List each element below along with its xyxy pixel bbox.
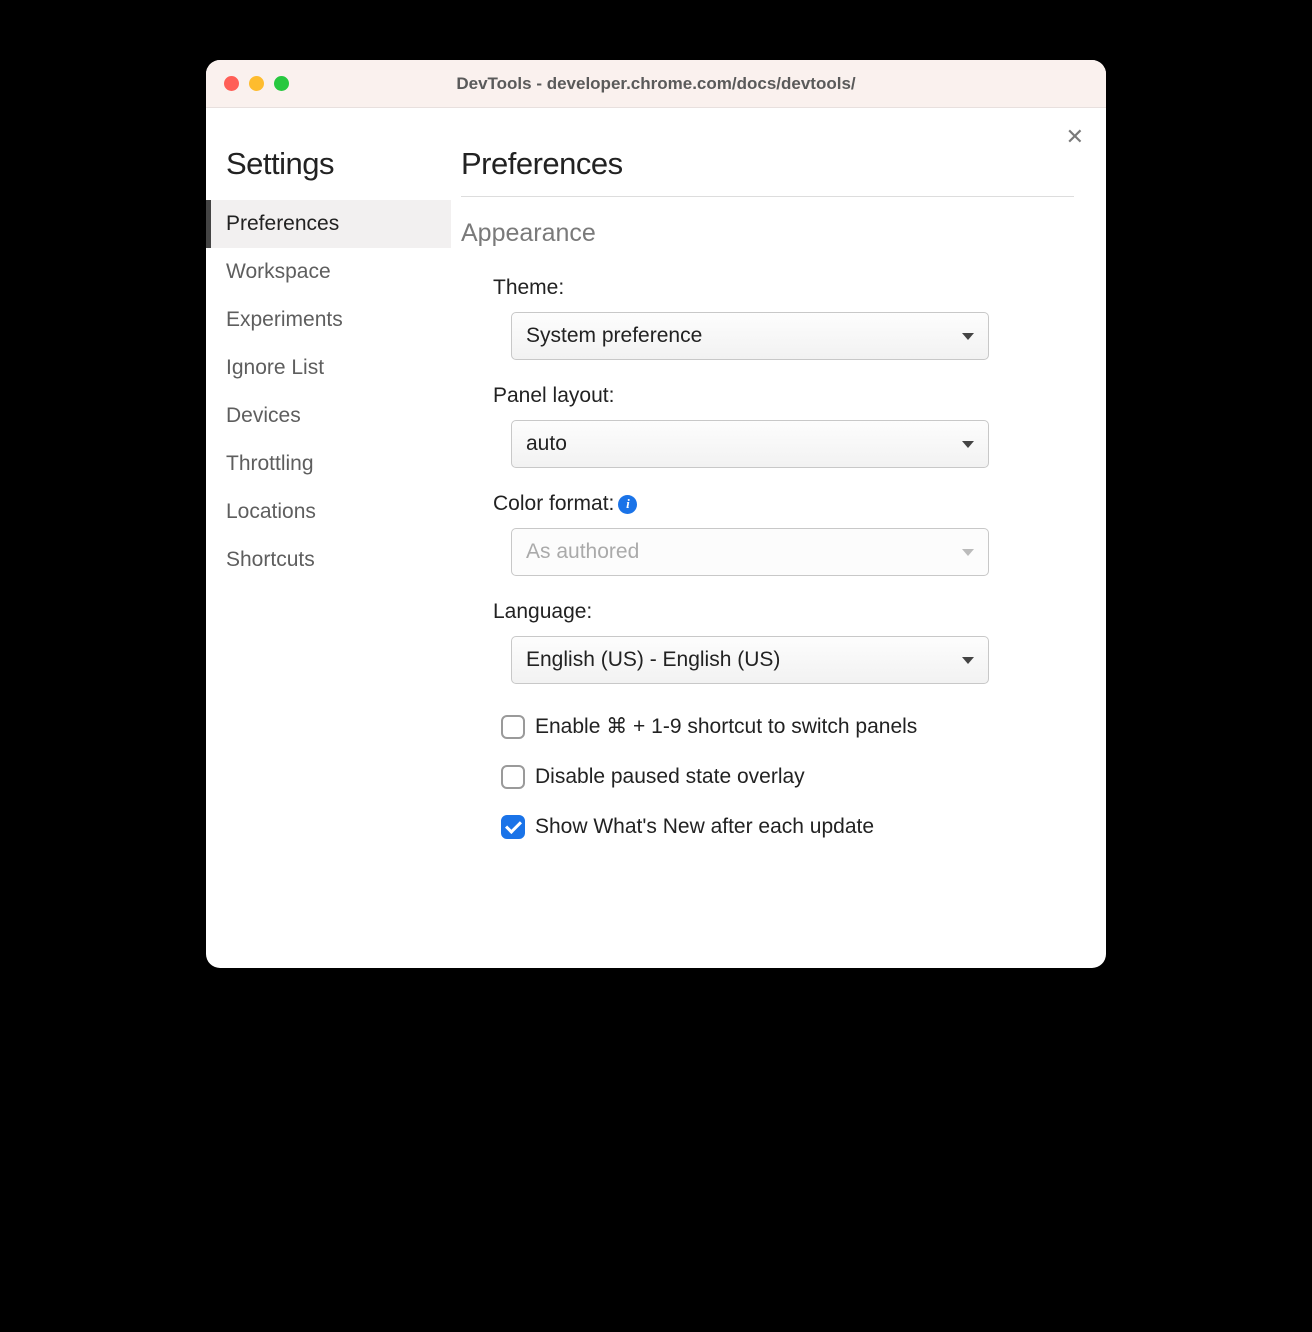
checkbox-label: Show What's New after each update — [535, 815, 874, 839]
panel-layout-label: Panel layout: — [493, 384, 1074, 408]
sidebar-item-shortcuts[interactable]: Shortcuts — [206, 536, 451, 584]
window-zoom-button[interactable] — [274, 76, 289, 91]
language-label: Language: — [493, 600, 1074, 624]
window-minimize-button[interactable] — [249, 76, 264, 91]
color-format-field: Color format: i As authored — [493, 492, 1074, 576]
sidebar-item-experiments[interactable]: Experiments — [206, 296, 451, 344]
theme-label: Theme: — [493, 276, 1074, 300]
close-icon[interactable]: ✕ — [1066, 126, 1084, 148]
checkbox-label: Disable paused state overlay — [535, 765, 805, 789]
info-icon[interactable]: i — [618, 495, 637, 514]
traffic-lights — [224, 76, 289, 91]
color-format-label-text: Color format: — [493, 492, 614, 516]
sidebar-item-preferences[interactable]: Preferences — [206, 200, 451, 248]
color-format-label: Color format: i — [493, 492, 1074, 516]
titlebar: DevTools - developer.chrome.com/docs/dev… — [206, 60, 1106, 108]
window-title: DevTools - developer.chrome.com/docs/dev… — [224, 74, 1088, 94]
language-select-value: English (US) - English (US) — [526, 648, 780, 672]
sidebar-item-label: Throttling — [226, 452, 314, 475]
sidebar-item-workspace[interactable]: Workspace — [206, 248, 451, 296]
theme-select-value: System preference — [526, 324, 702, 348]
checkbox-show-whats-new[interactable]: Show What's New after each update — [501, 815, 1074, 839]
sidebar-item-label: Workspace — [226, 260, 331, 283]
sidebar-title: Settings — [206, 146, 451, 200]
sidebar-item-devices[interactable]: Devices — [206, 392, 451, 440]
sidebar-item-locations[interactable]: Locations — [206, 488, 451, 536]
chevron-down-icon — [962, 333, 974, 340]
sidebar-item-label: Locations — [226, 500, 316, 523]
sidebar-item-label: Preferences — [226, 212, 339, 235]
color-format-select: As authored — [511, 528, 989, 576]
sidebar: Settings Preferences Workspace Experimen… — [206, 108, 451, 968]
checkbox-disable-paused-overlay[interactable]: Disable paused state overlay — [501, 765, 1074, 789]
theme-select[interactable]: System preference — [511, 312, 989, 360]
sidebar-item-ignore-list[interactable]: Ignore List — [206, 344, 451, 392]
panel-layout-field: Panel layout: auto — [493, 384, 1074, 468]
checkbox-label: Enable ⌘ + 1-9 shortcut to switch panels — [535, 714, 917, 739]
checkbox-enable-shortcuts[interactable]: Enable ⌘ + 1-9 shortcut to switch panels — [501, 714, 1074, 739]
chevron-down-icon — [962, 657, 974, 664]
window: DevTools - developer.chrome.com/docs/dev… — [206, 60, 1106, 968]
section-title: Appearance — [461, 219, 1074, 248]
checkbox-icon — [501, 715, 525, 739]
sidebar-item-label: Ignore List — [226, 356, 324, 379]
language-select[interactable]: English (US) - English (US) — [511, 636, 989, 684]
main-content: Preferences Appearance Theme: System pre… — [451, 108, 1106, 968]
panel-layout-select-value: auto — [526, 432, 567, 456]
checkbox-icon — [501, 815, 525, 839]
sidebar-item-throttling[interactable]: Throttling — [206, 440, 451, 488]
theme-field: Theme: System preference — [493, 276, 1074, 360]
language-field: Language: English (US) - English (US) — [493, 600, 1074, 684]
sidebar-item-label: Experiments — [226, 308, 343, 331]
color-format-select-value: As authored — [526, 540, 639, 564]
window-close-button[interactable] — [224, 76, 239, 91]
sidebar-item-label: Devices — [226, 404, 301, 427]
panel-layout-select[interactable]: auto — [511, 420, 989, 468]
body: ✕ Settings Preferences Workspace Experim… — [206, 108, 1106, 968]
chevron-down-icon — [962, 441, 974, 448]
page-title: Preferences — [461, 146, 1074, 197]
checkbox-icon — [501, 765, 525, 789]
chevron-down-icon — [962, 549, 974, 556]
sidebar-item-label: Shortcuts — [226, 548, 315, 571]
